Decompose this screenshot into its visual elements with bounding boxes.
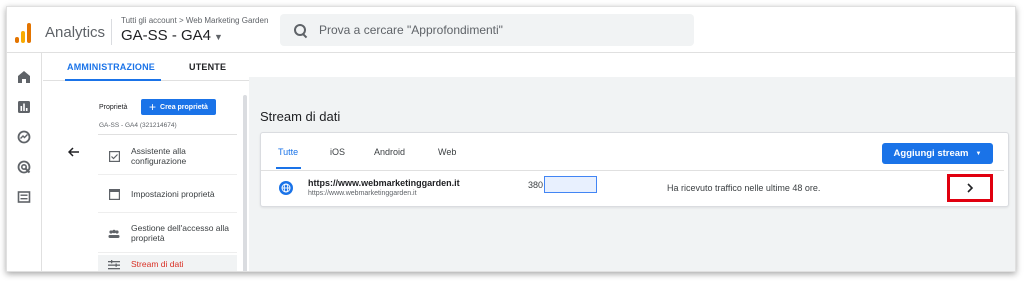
stream-tab-android[interactable]: Android <box>374 147 405 157</box>
property-name: GA-SS - GA4 <box>121 27 212 44</box>
reports-icon[interactable] <box>16 99 32 115</box>
home-icon[interactable] <box>16 69 32 85</box>
nav-item-label: Gestione dell'accesso alla proprietà <box>131 222 230 243</box>
stream-id: 380 <box>528 180 544 190</box>
settings-window-icon <box>108 189 120 201</box>
chevron-right-icon <box>967 183 974 193</box>
property-selector[interactable]: GA-SS - GA4 ▼ <box>121 27 223 44</box>
advertising-icon[interactable] <box>16 159 32 175</box>
people-icon <box>108 228 120 240</box>
active-tab-indicator <box>65 79 161 81</box>
app-name: Analytics <box>45 24 106 41</box>
stream-url: https://www.webmarketinggarden.it <box>308 190 417 197</box>
nav-item-property-settings[interactable]: Impostazioni proprietà <box>98 177 237 213</box>
streams-card: Tutte iOS Android Web Aggiungi stream ▼ … <box>260 132 1009 207</box>
stream-name: https://www.webmarketinggarden.it <box>308 178 460 188</box>
nav-item-label: Impostazioni proprietà <box>131 188 215 199</box>
header-divider <box>111 19 112 45</box>
plus-icon: + <box>149 100 157 114</box>
nav-item-label: Assistente alla configurazione <box>131 145 187 166</box>
account-breadcrumb[interactable]: Tutti gli account > Web Marketing Garden <box>121 16 268 25</box>
nav-item-access-management[interactable]: Gestione dell'accesso alla proprietà <box>98 215 237 253</box>
property-id: GA-SS - GA4 (321214674) <box>99 122 177 129</box>
property-label: Proprietà <box>99 104 128 111</box>
nav-item-data-streams[interactable]: Stream di dati <box>98 255 237 271</box>
add-stream-button[interactable]: Aggiungi stream ▼ <box>882 143 993 164</box>
globe-icon <box>279 181 293 195</box>
back-arrow-icon[interactable] <box>67 144 80 160</box>
dropdown-arrow-icon: ▼ <box>975 150 982 157</box>
stream-status: Ha ricevuto traffico nelle ultime 48 ore… <box>667 183 821 193</box>
property-divider <box>98 134 237 135</box>
tab-administration[interactable]: AMMINISTRAZIONE <box>67 62 155 72</box>
streams-icon <box>108 259 120 271</box>
tab-user[interactable]: UTENTE <box>189 62 226 72</box>
search-input[interactable] <box>319 23 679 37</box>
explore-icon[interactable] <box>16 129 32 145</box>
create-property-button[interactable]: + Crea proprietà <box>141 99 216 115</box>
active-stream-tab-indicator <box>276 167 301 169</box>
search-bar[interactable] <box>280 14 694 46</box>
redacted-stream-id <box>544 176 597 193</box>
nav-item-label: Stream di dati <box>131 259 184 270</box>
stream-tab-all[interactable]: Tutte <box>278 147 298 157</box>
caret-down-icon: ▼ <box>214 31 223 42</box>
stream-row[interactable]: https://www.webmarketinggarden.it https:… <box>261 171 1004 206</box>
column-scrollbar[interactable] <box>243 95 247 271</box>
search-icon <box>294 23 307 37</box>
analytics-window: Analytics Tutti gli account > Web Market… <box>6 6 1016 272</box>
nav-rail <box>7 53 42 271</box>
nav-item-setup-assistant[interactable]: Assistente alla configurazione <box>98 139 237 175</box>
analytics-logo <box>15 23 33 43</box>
checkbox-icon <box>108 151 120 163</box>
configure-icon[interactable] <box>16 189 32 205</box>
open-stream-chevron-button[interactable] <box>947 174 993 202</box>
stream-tab-web[interactable]: Web <box>438 147 456 157</box>
top-app-bar: Analytics Tutti gli account > Web Market… <box>7 7 1015 53</box>
stream-tab-ios[interactable]: iOS <box>330 147 345 157</box>
page-title: Stream di dati <box>260 109 341 124</box>
